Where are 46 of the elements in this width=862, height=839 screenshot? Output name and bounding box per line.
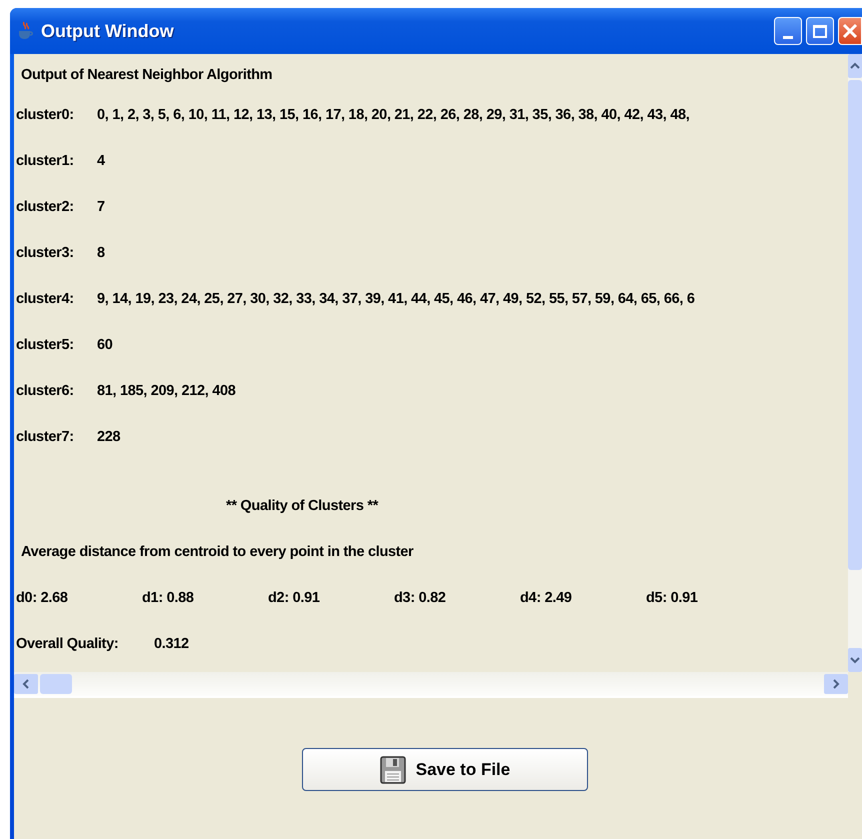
overall-quality-value: 0.312 (154, 636, 189, 652)
save-button[interactable]: Save to File (302, 748, 588, 791)
caret-up-icon (850, 62, 860, 70)
caret-right-icon (832, 679, 840, 689)
scroll-thumb[interactable] (40, 674, 72, 694)
cluster-label: cluster4: (16, 291, 75, 307)
minimize-button[interactable] (774, 17, 802, 45)
distance-caption: Average distance from centroid to every point in the cluster (21, 544, 414, 560)
close-button[interactable] (838, 17, 862, 45)
cluster-members: 8 (97, 245, 105, 261)
cluster-members: 0, 1, 2, 3, 5, 6, 10, 11, 12, 13, 15, 16, 17, 18, 20, 21, 22, 26, 28, 29, 31, 35, 36, 38, 40, 42, 43, 48, (97, 107, 690, 123)
cluster-members: 60 (97, 337, 113, 353)
distance-value: d4: 2.49 (520, 590, 573, 606)
coffee-cup-icon (17, 21, 35, 41)
distance-value: d1: 0.88 (142, 590, 195, 606)
vertical-scrollbar[interactable] (848, 54, 862, 672)
close-icon (841, 22, 859, 40)
cluster-label: cluster2: (16, 199, 75, 215)
caret-down-icon (850, 656, 860, 664)
distance-value: d0: 2.68 (16, 590, 69, 606)
distance-value: d2: 0.91 (268, 590, 321, 606)
output-heading: Output of Nearest Neighbor Algorithm (21, 67, 272, 83)
scroll-thumb[interactable] (848, 80, 862, 570)
cluster-label: cluster1: (16, 153, 75, 169)
horizontal-scrollbar[interactable] (14, 672, 848, 698)
cluster-members: 4 (97, 153, 105, 169)
distance-value: d5: 0.91 (646, 590, 699, 606)
scroll-down-button[interactable] (848, 648, 862, 672)
distance-value: d3: 0.82 (394, 590, 447, 606)
cluster-label: cluster6: (16, 383, 75, 399)
cluster-label: cluster3: (16, 245, 75, 261)
scroll-right-button[interactable] (824, 674, 848, 694)
scroll-left-button[interactable] (14, 674, 38, 694)
cluster-label: cluster7: (16, 429, 75, 445)
cluster-label: cluster0: (16, 107, 75, 123)
quality-heading: ** Quality of Clusters ** (226, 498, 378, 514)
cluster-members: 7 (97, 199, 105, 215)
cluster-members: 9, 14, 19, 23, 24, 25, 27, 30, 32, 33, 34, 37, 39, 41, 44, 45, 46, 47, 49, 52, 55, 57, 59, 64, 65, 66, 6 (97, 291, 695, 307)
maximize-button[interactable] (806, 17, 834, 45)
cluster-members: 228 (97, 429, 120, 445)
scroll-up-button[interactable] (848, 54, 862, 78)
overall-quality-label: Overall Quality: (16, 636, 120, 652)
window-title: Output Window (41, 20, 174, 42)
cluster-label: cluster5: (16, 337, 75, 353)
caret-left-icon (22, 679, 30, 689)
cluster-members: 81, 185, 209, 212, 408 (97, 383, 236, 399)
